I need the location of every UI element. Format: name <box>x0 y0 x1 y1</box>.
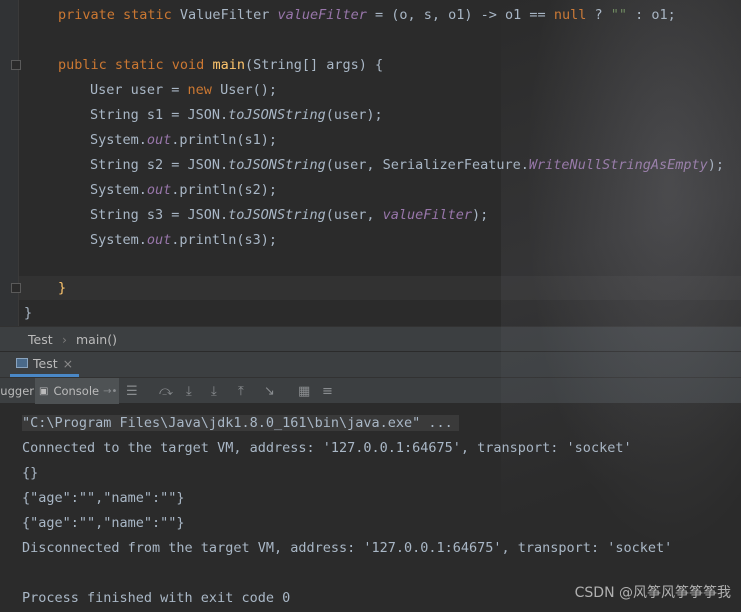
console-output-line: {"age":"","name":""} <box>22 515 185 531</box>
method-name: main <box>212 57 245 73</box>
code-text: (String[] args) { <box>244 57 384 73</box>
code-line-5: System.out.println(s2); <box>26 179 277 201</box>
current-line-highlight <box>19 276 741 300</box>
pin-arrow-icon: →• <box>103 385 118 397</box>
show-execution-point-icon[interactable]: ⤼ <box>159 378 173 404</box>
code-text: (user, <box>325 207 383 223</box>
step-out-icon[interactable]: ⤒ <box>238 378 244 404</box>
static-method: toJSONString <box>228 207 326 223</box>
static-field: out <box>146 182 172 198</box>
keyword: new <box>187 82 212 98</box>
code-text: ); <box>707 157 724 173</box>
code-text: : o1; <box>626 7 676 23</box>
code-text: System. <box>90 232 147 248</box>
keyword: public static void <box>58 57 213 73</box>
code-line-4: String s2 = JSON.toJSONString(user, Seri… <box>26 154 724 176</box>
code-text: String s1 = JSON. <box>90 107 229 123</box>
static-field: out <box>146 132 172 148</box>
evaluate-icon[interactable]: ▦ <box>298 378 310 404</box>
breadcrumb-separator: › <box>62 332 67 347</box>
keyword: null <box>553 7 587 23</box>
step-into-icon[interactable]: ⤓ <box>211 378 217 404</box>
menu-lines-icon[interactable]: ☰ <box>126 378 138 404</box>
console-icon: ▣ <box>39 385 49 397</box>
debugger-tab[interactable]: Debugger <box>0 378 34 404</box>
code-text: User(); <box>211 82 277 98</box>
code-text: (user); <box>325 107 383 123</box>
code-line-6: String s3 = JSON.toJSONString(user, valu… <box>26 204 488 226</box>
code-line-3: System.out.println(s1); <box>26 129 277 151</box>
console-cmd-line: "C:\Program Files\Java\jdk1.8.0_161\bin\… <box>22 411 459 435</box>
command-text: "C:\Program Files\Java\jdk1.8.0_161\bin\… <box>22 415 459 431</box>
fold-marker-main-end[interactable] <box>11 283 21 293</box>
close-icon[interactable]: × <box>63 356 73 371</box>
run-config-icon <box>16 358 28 368</box>
type-name: ValueFilter <box>171 7 278 23</box>
string-literal: "" <box>610 7 627 23</box>
console-exit-line: Process finished with exit code 0 <box>22 590 291 606</box>
console-output-line: {"age":"","name":""} <box>22 490 185 506</box>
static-method: toJSONString <box>228 107 326 123</box>
run-to-cursor-icon[interactable]: ↘ <box>264 378 275 404</box>
console-output[interactable]: "C:\Program Files\Java\jdk1.8.0_161\bin\… <box>0 404 741 612</box>
console-tab[interactable]: ▣ Console →• <box>35 378 119 404</box>
code-line-main-signature: public static void main(String[] args) { <box>26 54 383 76</box>
code-line-1: User user = new User(); <box>26 79 277 101</box>
code-text: .println(s3); <box>171 232 277 248</box>
static-field: WriteNullStringAsEmpty <box>528 157 708 173</box>
fold-marker-main[interactable] <box>11 60 21 70</box>
breadcrumb: Test › main() <box>0 326 741 351</box>
keyword: private static <box>58 7 172 23</box>
debugger-tab-label: Debugger <box>0 384 34 398</box>
code-text: ); <box>472 207 489 223</box>
trace-icon[interactable]: ≡ <box>322 378 333 404</box>
static-field: out <box>146 232 172 248</box>
code-line-2: String s1 = JSON.toJSONString(user); <box>26 104 383 126</box>
code-editor[interactable]: private static ValueFilter valueFilter =… <box>0 0 741 326</box>
code-text: String s2 = JSON. <box>90 157 229 173</box>
console-output-line: {} <box>22 465 39 481</box>
console-tab-label: Console <box>53 384 100 398</box>
code-line-close-class: } <box>24 302 32 324</box>
closing-brace: } <box>58 280 67 296</box>
breadcrumb-class[interactable]: Test <box>28 332 53 347</box>
breadcrumb-method[interactable]: main() <box>76 332 117 347</box>
code-line-7: System.out.println(s3); <box>26 229 277 251</box>
editor-gutter <box>0 0 19 326</box>
step-over-icon[interactable]: ⤓ <box>186 378 192 404</box>
code-text: .println(s2); <box>171 182 277 198</box>
code-text: .println(s1); <box>171 132 277 148</box>
code-text: System. <box>90 132 147 148</box>
run-tab-bar: Test × <box>0 351 741 377</box>
code-text: System. <box>90 182 147 198</box>
code-text: ? <box>586 7 611 23</box>
code-line-value-filter: private static ValueFilter valueFilter =… <box>26 4 676 26</box>
code-text: = (o, s, o1) -> o1 == <box>366 7 554 23</box>
code-text: User user = <box>90 82 188 98</box>
run-tab-label: Test <box>33 355 58 371</box>
run-tab-test[interactable]: Test × <box>10 352 80 377</box>
static-method: toJSONString <box>228 157 326 173</box>
code-line-close-main: } <box>26 277 66 299</box>
console-connected: Connected to the target VM, address: '12… <box>22 440 632 456</box>
watermark: CSDN @风筝风筝筝筝我 <box>574 585 731 601</box>
debug-toolbar: Debugger ▣ Console →• ☰ ⤼ ⤓ ⤓ ⤒ ↘ ▦ ≡ <box>0 377 741 404</box>
field-name: valueFilter <box>382 207 473 223</box>
console-disconnected: Disconnected from the target VM, address… <box>22 540 673 556</box>
field-name: valueFilter <box>277 7 367 23</box>
closing-brace: } <box>24 305 33 321</box>
code-text: (user, SerializerFeature. <box>325 157 529 173</box>
code-text: String s3 = JSON. <box>90 207 229 223</box>
